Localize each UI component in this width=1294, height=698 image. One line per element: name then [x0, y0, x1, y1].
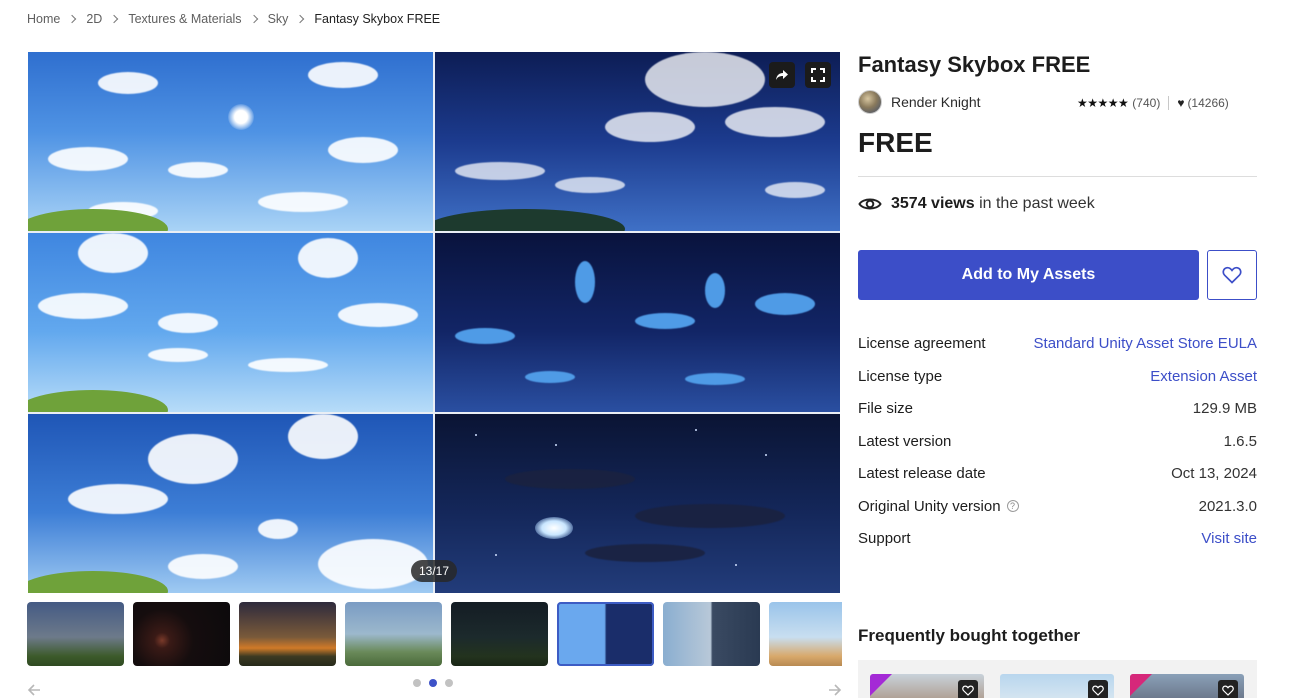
thumbnail[interactable]: [239, 602, 336, 666]
info-label: License type: [858, 367, 943, 385]
info-row-license-type: License type Extension Asset: [858, 365, 1257, 387]
thumbnail[interactable]: [345, 602, 442, 666]
info-label: Latest version: [858, 432, 952, 450]
badge-icon: [1130, 674, 1152, 696]
chevron-right-icon: [249, 14, 258, 24]
views-suffix: in the past week: [979, 195, 1095, 212]
views-count: 3574 views: [891, 195, 975, 212]
license-type-link[interactable]: Extension Asset: [1150, 368, 1257, 385]
info-label: Original Unity version ?: [858, 498, 1019, 515]
heart-outline-icon: [1222, 266, 1242, 284]
chevron-right-icon: [110, 14, 119, 24]
fullscreen-icon: [811, 68, 825, 82]
thumbnail[interactable]: [27, 602, 124, 666]
breadcrumb-textures-materials[interactable]: Textures & Materials: [128, 12, 241, 26]
visit-site-link[interactable]: Visit site: [1201, 530, 1257, 547]
carousel-dot[interactable]: [445, 679, 453, 687]
info-value: Oct 13, 2024: [1171, 464, 1257, 482]
breadcrumb-current: Fantasy Skybox FREE: [314, 12, 441, 26]
info-value: 2021.3.0: [1198, 497, 1257, 515]
product-card[interactable]: [1000, 674, 1114, 698]
license-agreement-link[interactable]: Standard Unity Asset Store EULA: [1034, 335, 1257, 352]
carousel-dot-active[interactable]: [429, 679, 437, 687]
eye-icon: [858, 198, 882, 210]
skybox-tile: [28, 414, 433, 593]
share-icon: [776, 70, 788, 80]
chevron-right-icon: [296, 14, 305, 24]
product-title: Fantasy Skybox FREE: [858, 52, 1091, 77]
info-label: Latest release date: [858, 464, 986, 482]
heart-icon[interactable]: [1218, 680, 1238, 698]
help-icon[interactable]: ?: [1006, 500, 1019, 512]
badge-icon: [870, 674, 892, 696]
divider: [1168, 96, 1170, 110]
skybox-tile: [435, 414, 840, 593]
heart-icon[interactable]: [958, 680, 978, 698]
thumbnail-active[interactable]: [557, 602, 654, 666]
breadcrumb: Home 2D Textures & Materials Sky Fantasy…: [27, 11, 440, 27]
favorite-button[interactable]: [1207, 250, 1257, 300]
skybox-tile: [435, 233, 840, 412]
chevron-right-icon: [68, 14, 77, 24]
thumbnail[interactable]: [769, 602, 842, 666]
thumbnail[interactable]: [133, 602, 230, 666]
breadcrumb-home[interactable]: Home: [27, 12, 60, 26]
star-rating-icon: ★★★★★: [1077, 96, 1129, 110]
product-card[interactable]: [870, 674, 984, 698]
breadcrumb-2d[interactable]: 2D: [86, 12, 102, 26]
info-value: 1.6.5: [1223, 432, 1257, 450]
info-row-license-agreement: License agreement Standard Unity Asset S…: [858, 332, 1257, 354]
image-counter: 13/17: [411, 560, 458, 582]
views-info: 3574 views in the past week: [858, 195, 1095, 213]
divider: [858, 176, 1257, 177]
arrow-left-icon[interactable]: [27, 683, 41, 697]
rating[interactable]: ★★★★★ (740) ♥ (14266): [1077, 96, 1229, 110]
skybox-tile: [28, 233, 433, 412]
add-to-my-assets-button[interactable]: Add to My Assets: [858, 250, 1199, 300]
rating-count: (740): [1132, 96, 1161, 110]
frequently-bought-list: [858, 660, 1257, 698]
info-row-file-size: File size 129.9 MB: [858, 397, 1257, 419]
info-value: 129.9 MB: [1192, 399, 1257, 417]
carousel-dots: [413, 679, 453, 687]
favorites-count: (14266): [1187, 96, 1229, 110]
info-row-original-unity-version: Original Unity version ? 2021.3.0: [858, 495, 1257, 517]
product-card[interactable]: [1130, 674, 1244, 698]
fullscreen-button[interactable]: [805, 62, 831, 88]
info-row-support: Support Visit site: [858, 527, 1257, 549]
publisher-name[interactable]: Render Knight: [891, 94, 981, 110]
info-label: License agreement: [858, 334, 986, 352]
info-label: File size: [858, 399, 914, 417]
share-button[interactable]: [769, 62, 795, 88]
main-image[interactable]: 13/17: [28, 52, 840, 593]
info-row-latest-release-date: Latest release date Oct 13, 2024: [858, 462, 1257, 484]
avatar: [858, 90, 882, 114]
publisher[interactable]: Render Knight: [858, 90, 981, 114]
info-label-text: Original Unity version: [858, 497, 1001, 515]
skybox-tile: [28, 52, 433, 231]
info-label: Support: [858, 529, 911, 547]
frequently-bought-title: Frequently bought together: [858, 626, 1080, 645]
thumbnail-strip: [27, 602, 842, 666]
heart-icon: ♥: [1177, 96, 1185, 110]
price: FREE: [858, 127, 933, 158]
carousel-dot[interactable]: [413, 679, 421, 687]
heart-icon[interactable]: [1088, 680, 1108, 698]
thumbnail[interactable]: [663, 602, 760, 666]
breadcrumb-sky[interactable]: Sky: [268, 12, 289, 26]
thumbnail[interactable]: [451, 602, 548, 666]
arrow-right-icon[interactable]: [828, 683, 842, 697]
info-row-latest-version: Latest version 1.6.5: [858, 430, 1257, 452]
